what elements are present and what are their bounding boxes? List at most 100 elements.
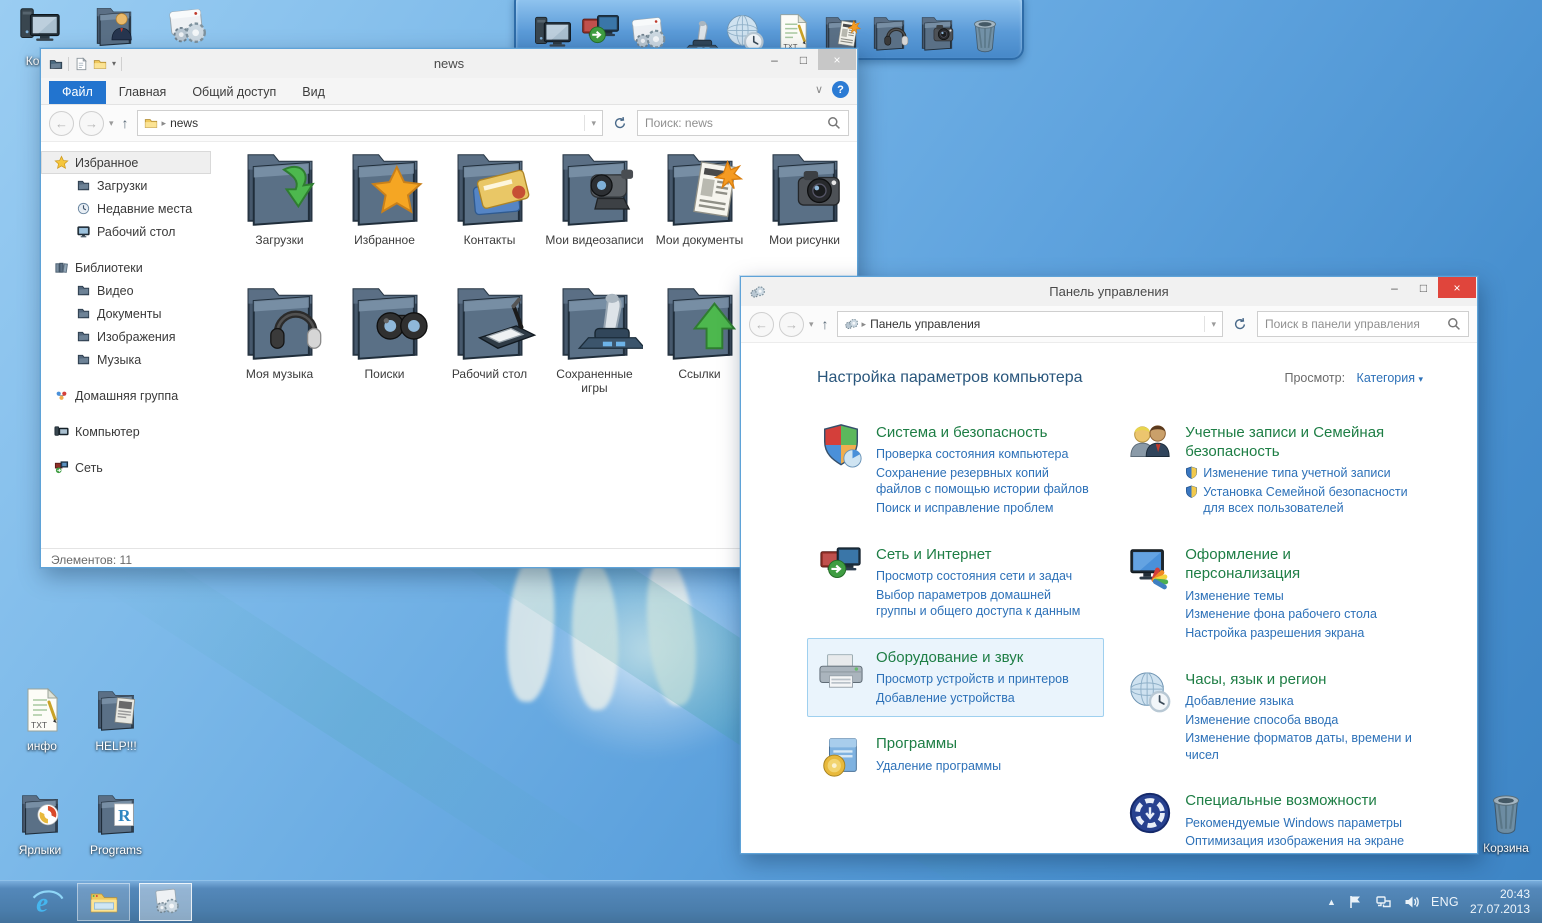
taskbar-ie-button[interactable]: e [28,883,68,921]
sidebar-item-Видео[interactable]: Видео [41,279,211,302]
desktop-icon-Корзина[interactable]: Корзина [1472,786,1540,855]
view-value[interactable]: Категория [1357,371,1415,385]
sidebar-item-Загрузки[interactable]: Загрузки [41,174,211,197]
sidebar-item-Документы[interactable]: Документы [41,302,211,325]
folder-tile-Избранное[interactable]: Избранное [332,146,437,280]
cp-category-title[interactable]: Система и безопасность [876,423,1081,442]
explorer-icon[interactable] [49,57,63,71]
back-button[interactable]: ← [749,311,774,337]
cp-task-link[interactable]: Выбор параметров домашней группы и общег… [876,587,1093,620]
taskbar-explorer-button[interactable] [77,883,130,921]
sidebar-item-Домашняя группа[interactable]: Домашняя группа [41,384,211,407]
tab-Главная[interactable]: Главная [106,81,180,104]
sidebar-item-Сеть[interactable]: Сеть [41,456,211,479]
clock[interactable]: 20:43 27.07.2013 [1470,887,1530,917]
tray-expand-icon[interactable]: ▲ [1327,897,1336,907]
minimize-button[interactable]: – [760,49,789,70]
folder-icon[interactable] [93,57,107,71]
cp-category-title[interactable]: Учетные записи и Семейная безопасность [1185,423,1390,461]
action-center-icon[interactable] [1347,894,1364,910]
folder-tile-Ссылки[interactable]: Ссылки [647,280,752,414]
folder-tile-Моя музыка[interactable]: Моя музыка [227,280,332,414]
cp-task-link[interactable]: Удаление программы [876,758,1001,774]
dock-folder-photo-icon[interactable] [915,8,959,54]
cp-category-Оборудование и звук[interactable]: Оборудование и звук Просмотр устройств и … [807,637,1105,718]
folder-tile-Мои документы[interactable]: Мои документы [647,146,752,280]
cp-task-link[interactable]: Поиск и исправление проблем [876,500,1093,516]
refresh-button[interactable] [1228,312,1252,336]
desktop-icon-HELP!!![interactable]: HELP!!! [82,686,150,753]
up-button[interactable]: ↑ [819,316,832,332]
minimize-button[interactable]: – [1380,277,1409,298]
tab-Файл[interactable]: Файл [49,81,106,104]
desktop-icon-инфо[interactable]: TXT инфо [8,686,76,753]
folder-tile-Загрузки[interactable]: Загрузки [227,146,332,280]
cp-task-link[interactable]: Установка Семейной безопасности для всех… [1185,484,1412,517]
cp-task-link[interactable]: Изменение фона рабочего стола [1185,606,1390,622]
ribbon-collapse-icon[interactable]: ∨ [815,83,823,96]
desktop-icon-Programs[interactable]: R Programs [82,790,150,857]
folder-tile-Контакты[interactable]: Контакты [437,146,542,280]
volume-icon[interactable] [1403,894,1420,910]
view-dropdown-icon[interactable]: ▾ [1418,374,1423,384]
cp-category-Оформление и персонализация[interactable]: Оформление и персонализация Изменение тем… [1116,535,1423,653]
maximize-button[interactable]: □ [789,49,818,70]
refresh-button[interactable] [608,111,632,135]
history-dropdown-icon[interactable]: ▾ [109,118,114,129]
folder-tile-Рабочий стол[interactable]: Рабочий стол [437,280,542,414]
cp-category-Система и безопасность[interactable]: Система и безопасность Проверка состояния… [807,413,1104,528]
close-button[interactable]: × [818,49,856,70]
cp-category-Сеть и Интернет[interactable]: Сеть и Интернет Просмотр состояния сети и… [807,535,1104,631]
forward-button[interactable]: → [79,110,104,136]
cp-task-link[interactable]: Проверка состояния компьютера [876,446,1093,462]
help-button[interactable]: ? [832,81,849,98]
view-selector[interactable]: Просмотр: Категория ▾ [1285,371,1424,385]
sidebar-item-Рабочий стол[interactable]: Рабочий стол [41,220,211,243]
cp-category-title[interactable]: Специальные возможности [1185,791,1390,810]
cp-category-Специальные возможности[interactable]: Специальные возможности Рекомендуемые Win… [1116,781,1423,855]
search-icon[interactable] [827,116,841,130]
sidebar-item-Недавние места[interactable]: Недавние места [41,197,211,220]
tab-Общий доступ[interactable]: Общий доступ [179,81,289,104]
dock-folder-music-icon[interactable] [867,8,911,54]
sidebar-item-Музыка[interactable]: Музыка [41,348,211,371]
folder-tile-Мои рисунки[interactable]: Мои рисунки [752,146,857,280]
back-button[interactable]: ← [49,110,74,136]
cp-category-title[interactable]: Программы [876,734,1001,753]
taskbar-control-panel-button[interactable] [139,883,192,921]
cp-category-Часы, язык и регион[interactable]: Часы, язык и регион Добавление языка Измен… [1116,660,1423,775]
cp-task-link[interactable]: Рекомендуемые Windows параметры [1185,815,1404,831]
cp-category-Учетные записи и Семейная безопасность[interactable]: Учетные записи и Семейная безопасность Из… [1116,413,1423,528]
cp-task-link[interactable]: Изменение способа ввода [1185,712,1412,728]
desktop-icon-user-folder[interactable] [80,3,148,54]
cp-category-title[interactable]: Сеть и Интернет [876,545,1081,564]
cp-task-link[interactable]: Оптимизация изображения на экране [1185,833,1404,849]
maximize-button[interactable]: □ [1409,277,1438,298]
sidebar-item-Изображения[interactable]: Изображения [41,325,211,348]
search-icon[interactable] [1447,317,1461,331]
address-bar[interactable]: ▸ news ▾ [136,110,603,136]
network-tray-icon[interactable] [1375,894,1392,910]
folder-tile-Поиски[interactable]: Поиски [332,280,437,414]
cp-task-link[interactable]: Изменение темы [1185,588,1390,604]
new-document-icon[interactable] [74,56,88,71]
language-indicator[interactable]: ENG [1431,895,1459,909]
desktop-icon-Ярлыки[interactable]: Ярлыки [6,790,74,857]
qat-dropdown-icon[interactable]: ▾ [112,59,116,68]
cp-category-title[interactable]: Оформление и персонализация [1185,545,1390,583]
cp-category-title[interactable]: Часы, язык и регион [1185,670,1390,689]
sidebar-item-Компьютер[interactable]: Компьютер [41,420,211,443]
search-box[interactable]: Поиск в панели управления [1257,311,1469,337]
cp-task-link[interactable]: Добавление устройства [876,690,1069,706]
history-dropdown-icon[interactable]: ▾ [809,319,814,330]
address-dropdown-icon[interactable]: ▾ [584,115,596,131]
cp-task-link[interactable]: Добавление языка [1185,693,1412,709]
desktop-icon-settings-box[interactable] [154,3,222,54]
search-box[interactable]: Поиск: news [637,110,849,136]
tab-Вид[interactable]: Вид [289,81,338,104]
cp-task-link[interactable]: Просмотр устройств и принтеров [876,671,1069,687]
cp-task-link[interactable]: Изменение форматов даты, времени и чисел [1185,730,1412,763]
cp-task-link[interactable]: Настройка разрешения экрана [1185,625,1390,641]
sidebar-item-Избранное[interactable]: Избранное [41,151,211,174]
forward-button[interactable]: → [779,311,804,337]
